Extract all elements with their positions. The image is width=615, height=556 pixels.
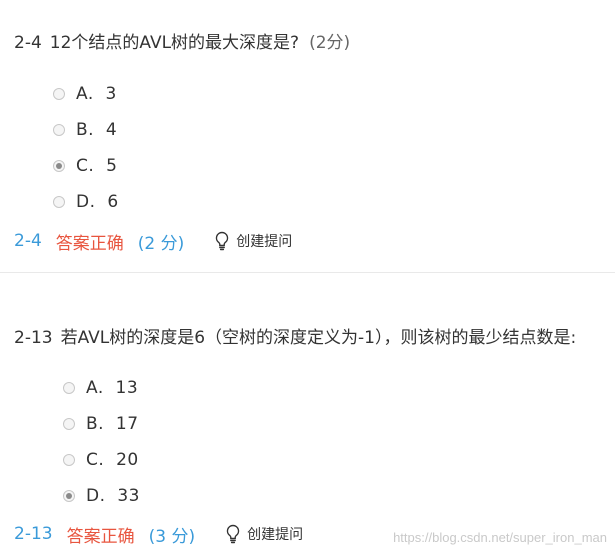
radio-icon[interactable] [63,490,75,502]
answer-result: 2-4 答案正确 (2 分) 创建提问 [14,229,292,254]
radio-icon[interactable] [63,454,75,466]
option-label: B. 17 [86,414,139,434]
option-label: D. 33 [86,486,140,506]
option-a[interactable]: A. 13 [63,376,138,400]
option-label: D. 6 [76,192,119,212]
question-score: (2分) [309,33,351,53]
option-label: C. 5 [76,156,118,176]
option-c[interactable]: C. 20 [63,448,139,472]
lightbulb-icon [226,524,240,544]
result-status: 答案正确 [55,233,124,254]
option-a[interactable]: A. 3 [53,82,117,106]
watermark: https://blog.csdn.net/super_iron_man [393,530,607,545]
option-d[interactable]: D. 33 [63,484,140,508]
option-label: A. 3 [76,84,117,104]
result-score: (3 分) [148,526,196,547]
option-d[interactable]: D. 6 [53,190,119,214]
result-number: 2-13 [14,524,53,544]
option-label: B. 4 [76,120,118,140]
result-score: (2 分) [137,233,185,254]
option-label: C. 20 [86,450,139,470]
create-question-button[interactable]: 创建提问 [214,231,292,251]
option-c[interactable]: C. 5 [53,154,117,178]
create-question-button[interactable]: 创建提问 [225,524,303,544]
question-text: 12个结点的AVL树的最大深度是? [49,33,300,53]
create-question-label: 创建提问 [247,527,304,543]
create-question-label: 创建提问 [236,234,293,250]
option-label: A. 13 [86,378,139,398]
question-number: 2-13 [14,328,53,348]
radio-icon[interactable] [53,160,65,172]
answer-result: 2-13 答案正确 (3 分) 创建提问 [14,522,303,547]
radio-icon[interactable] [53,88,65,100]
result-number: 2-4 [14,231,42,251]
lightbulb-icon [216,231,229,251]
radio-icon[interactable] [53,196,65,208]
question-text: 若AVL树的深度是6（空树的深度定义为-1），则该树的最少结点数是: [60,328,577,348]
question-title: 2-13 若AVL树的深度是6（空树的深度定义为-1），则该树的最少结点数是: [14,326,576,350]
question-number: 2-4 [14,33,42,53]
option-b[interactable]: B. 17 [63,412,139,436]
divider [0,272,615,273]
question-title: 2-4 12个结点的AVL树的最大深度是? (2分) [14,31,350,55]
radio-icon[interactable] [63,382,75,394]
result-status: 答案正确 [66,526,135,547]
radio-icon[interactable] [63,418,75,430]
radio-icon[interactable] [53,124,65,136]
option-b[interactable]: B. 4 [53,118,117,142]
